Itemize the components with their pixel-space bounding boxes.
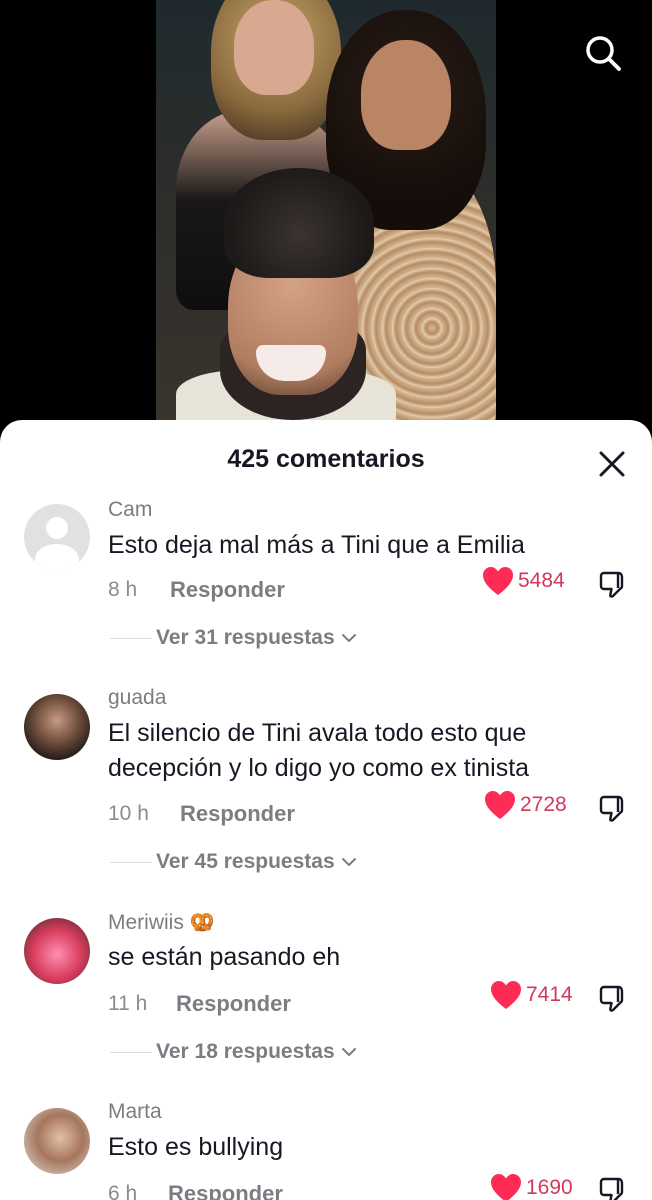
reply-button[interactable]: Responder xyxy=(180,801,295,827)
comment-time: 6 h xyxy=(108,1182,138,1200)
view-replies-button[interactable]: Ver 31 respuestas xyxy=(110,626,357,650)
replies-divider xyxy=(110,1051,152,1053)
dislike-button[interactable] xyxy=(596,982,630,1016)
thumbs-down-icon xyxy=(599,1177,624,1200)
dislike-button[interactable] xyxy=(596,1174,630,1200)
comment-username[interactable]: Marta xyxy=(108,1100,162,1124)
close-icon xyxy=(599,451,625,477)
comments-count-title: 425 comentarios xyxy=(227,445,425,473)
comment-username-text: Meriwiis xyxy=(108,911,184,934)
heart-icon xyxy=(491,1174,521,1200)
avatar[interactable] xyxy=(24,918,90,984)
like-count: 2728 xyxy=(520,793,567,816)
close-button[interactable] xyxy=(594,446,630,482)
dislike-button[interactable] xyxy=(596,568,630,602)
like-count: 7414 xyxy=(526,983,573,1006)
view-replies-button[interactable]: Ver 18 respuestas xyxy=(110,1040,357,1064)
comment-time: 8 h xyxy=(108,578,138,601)
like-count: 1690 xyxy=(526,1176,573,1199)
person-right-face xyxy=(361,40,451,150)
like-button[interactable]: 1690 xyxy=(490,1173,573,1200)
comment-text: se están pasando eh xyxy=(108,943,341,971)
comment-time: 11 h xyxy=(108,992,148,1015)
reply-button[interactable]: Responder xyxy=(170,577,285,603)
like-button[interactable]: 2728 xyxy=(484,790,567,820)
comment-time: 10 h xyxy=(108,802,149,825)
video-player[interactable] xyxy=(0,0,652,440)
comment-username-text: Cam xyxy=(108,498,153,521)
default-avatar-body xyxy=(35,544,79,570)
comment-username-text: Marta xyxy=(108,1100,162,1123)
reply-button[interactable]: Responder xyxy=(176,991,291,1017)
person-left-face xyxy=(234,0,314,95)
comment-item: Meriwiis 🥨 se están pasando eh 11 h Respo… xyxy=(0,910,652,1100)
replies-divider xyxy=(110,861,152,863)
chevron-down-icon xyxy=(341,856,357,868)
comments-header: 425 comentarios xyxy=(0,420,652,500)
search-icon xyxy=(586,36,621,71)
chevron-down-icon xyxy=(341,632,357,644)
dislike-button[interactable] xyxy=(596,792,630,826)
replies-divider xyxy=(110,637,152,639)
heart-icon xyxy=(485,791,515,819)
comment-username[interactable]: guada xyxy=(108,686,166,710)
thumbs-down-icon xyxy=(599,985,624,1012)
like-count: 5484 xyxy=(518,569,565,592)
chevron-down-icon xyxy=(341,1046,357,1058)
comment-item: Cam Esto deja mal más a Tini que a Emili… xyxy=(0,496,652,686)
avatar[interactable] xyxy=(24,694,90,760)
heart-icon xyxy=(491,981,521,1009)
thumbs-down-icon xyxy=(599,795,624,822)
comment-text: Esto deja mal más a Tini que a Emilia xyxy=(108,531,525,559)
comment-item: guada El silencio de Tini avala todo est… xyxy=(0,686,652,910)
avatar[interactable] xyxy=(24,504,90,570)
comment-username[interactable]: Meriwiis 🥨 xyxy=(108,910,215,935)
default-avatar-head xyxy=(46,517,68,539)
view-replies-text: Ver 18 respuestas xyxy=(156,1040,335,1063)
view-replies-text: Ver 31 respuestas xyxy=(156,626,335,649)
thumbs-down-icon xyxy=(599,571,624,598)
view-replies-text: Ver 45 respuestas xyxy=(156,850,335,873)
view-replies-button[interactable]: Ver 45 respuestas xyxy=(110,850,357,874)
comment-text: Esto es bullying xyxy=(108,1133,284,1161)
comment-username-text: guada xyxy=(108,686,167,709)
comment-item: Marta Esto es bullying 6 h Responder 169… xyxy=(0,1100,652,1200)
like-button[interactable]: 5484 xyxy=(482,566,565,596)
like-button[interactable]: 7414 xyxy=(490,980,573,1010)
comment-username[interactable]: Cam xyxy=(108,498,152,522)
pretzel-emoji: 🥨 xyxy=(189,912,215,934)
video-thumbnail xyxy=(156,0,496,440)
search-button[interactable] xyxy=(580,30,626,76)
avatar[interactable] xyxy=(24,1108,90,1174)
comments-sheet: 425 comentarios Cam Esto deja mal más a … xyxy=(0,420,652,1200)
person-center-hair xyxy=(224,168,374,278)
comment-text: El silencio de Tini avala todo esto que … xyxy=(108,719,530,782)
reply-button[interactable]: Responder xyxy=(168,1181,283,1200)
heart-icon xyxy=(483,567,513,595)
